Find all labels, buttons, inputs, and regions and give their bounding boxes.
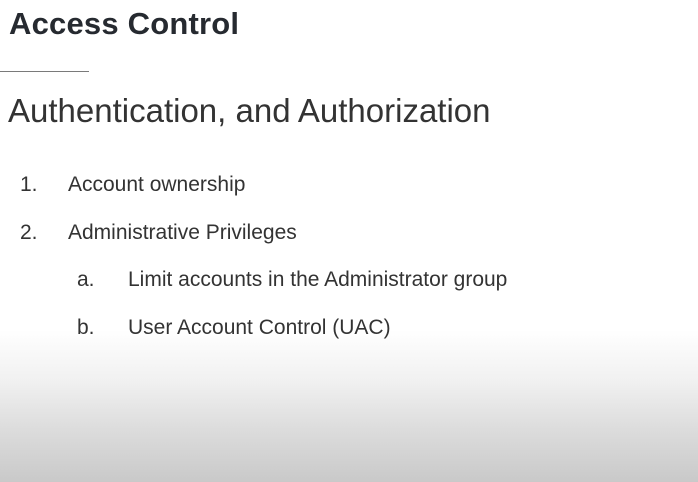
- slide-subtitle: Authentication, and Authorization: [8, 92, 491, 129]
- sub-list-item-letter: b.: [77, 316, 95, 339]
- list-item-number: 2.: [20, 221, 38, 244]
- slide-title: Access Control: [9, 6, 240, 41]
- sub-list-item-text: Limit accounts in the Administrator grou…: [128, 268, 508, 291]
- list-item-number: 1.: [20, 173, 38, 196]
- title-divider: [0, 71, 89, 72]
- slide: Access Control Authentication, and Autho…: [0, 0, 698, 482]
- list-item-text: Administrative Privileges: [68, 221, 297, 244]
- list-item-text: Account ownership: [68, 173, 246, 196]
- sub-list-item-letter: a.: [77, 268, 95, 291]
- sub-list-item-text: User Account Control (UAC): [128, 316, 391, 339]
